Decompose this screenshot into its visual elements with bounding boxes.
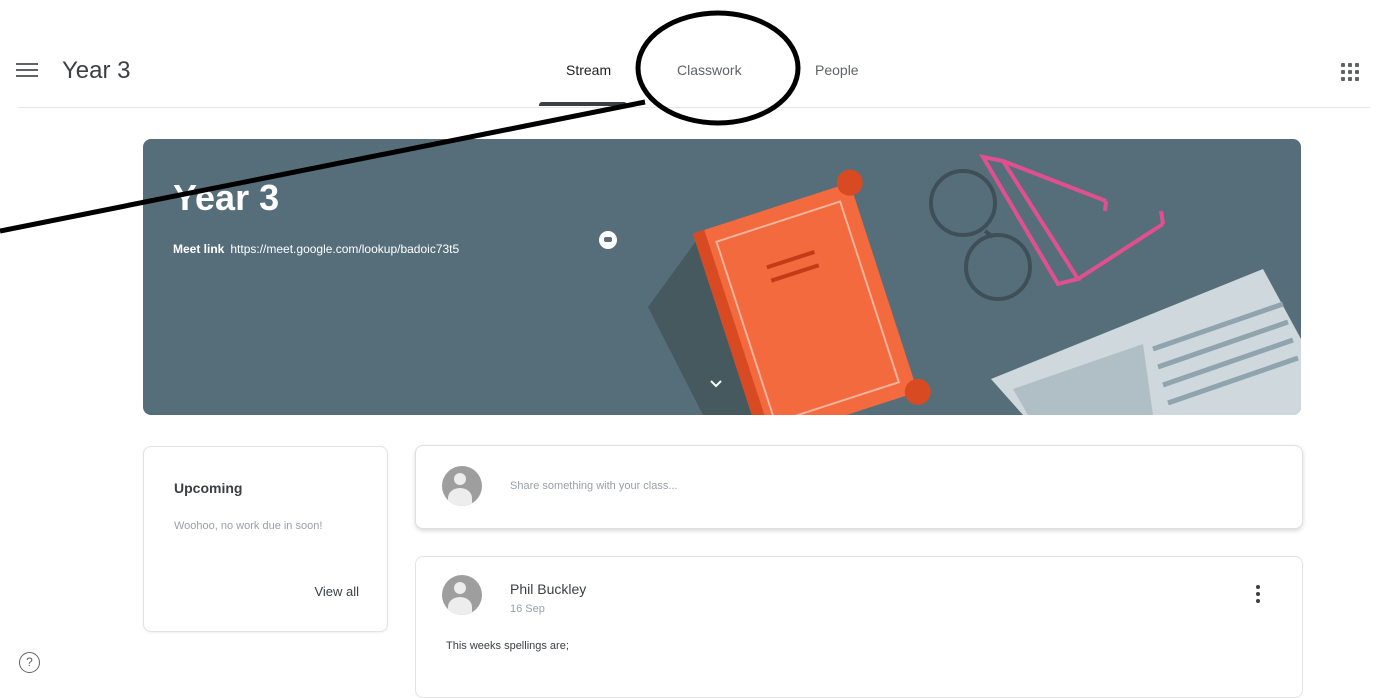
share-placeholder[interactable]: Share something with your class... (510, 480, 678, 492)
help-icon[interactable]: ? (19, 652, 40, 673)
post-text: This weeks spellings are; (446, 640, 569, 652)
apps-icon[interactable] (1341, 63, 1359, 81)
meet-link-label: Meet link (173, 242, 225, 256)
avatar (442, 575, 482, 615)
tab-people[interactable]: People (815, 62, 859, 78)
meet-icon[interactable] (599, 231, 617, 249)
upcoming-card: Upcoming Woohoo, no work due in soon! Vi… (143, 446, 388, 632)
tab-classwork[interactable]: Classwork (677, 62, 742, 78)
class-banner: Year 3 Meet link https://meet.google.com/… (143, 139, 1301, 415)
avatar (442, 466, 482, 506)
stream-post: Phil Buckley 16 Sep This weeks spellings… (415, 556, 1303, 698)
post-author: Phil Buckley (510, 581, 587, 597)
more-vert-icon[interactable] (1256, 585, 1262, 605)
banner-title: Year 3 (173, 177, 280, 218)
active-tab-indicator (539, 102, 627, 106)
meet-link-url[interactable]: https://meet.google.com/lookup/badoic73t… (230, 242, 459, 256)
top-app-bar: Year 3 Stream Classwork People (0, 0, 1387, 108)
header-divider (18, 107, 1370, 108)
upcoming-title: Upcoming (174, 480, 243, 496)
upcoming-text: Woohoo, no work due in soon! (174, 520, 323, 532)
share-box[interactable]: Share something with your class... (415, 445, 1303, 529)
post-date: 16 Sep (510, 603, 545, 615)
meet-link[interactable]: Meet link https://meet.google.com/lookup/… (173, 242, 459, 256)
banner-illustration (648, 154, 1301, 415)
view-all-link[interactable]: View all (314, 584, 359, 599)
expand-icon[interactable] (709, 377, 723, 391)
tab-bar: Stream Classwork People (0, 56, 1387, 108)
tab-stream[interactable]: Stream (566, 62, 611, 78)
